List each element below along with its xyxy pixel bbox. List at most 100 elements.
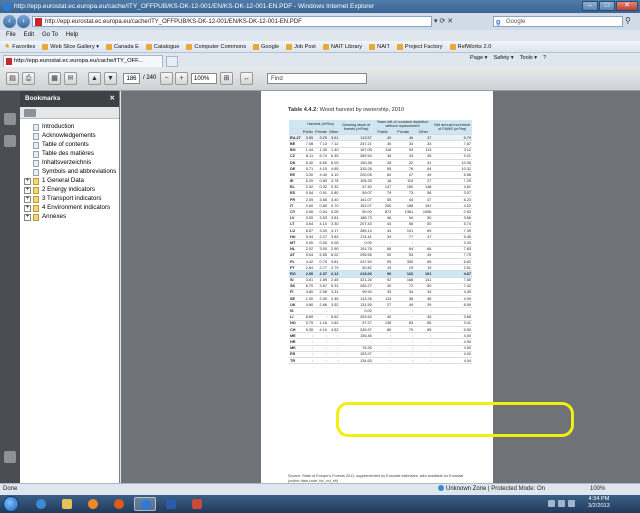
bookmark-item[interactable]: +2 Energy indicators <box>20 186 119 194</box>
safety-menu[interactable]: Safety ▾ <box>493 55 513 61</box>
save-icon[interactable]: ▤ <box>6 72 19 85</box>
minimize-button[interactable]: – <box>582 1 598 11</box>
menu-file[interactable]: File <box>6 30 16 41</box>
bookmark-item[interactable]: Table of contents <box>20 141 119 149</box>
bookmark-label: Symbols and abbreviations <box>42 168 117 175</box>
address-bar[interactable]: http://epp.eurostat.ec.europa.eu/cache/I… <box>32 16 432 27</box>
favorites-bar: ★ Favorites Web Slice Gallery ▾ Canada E … <box>0 41 640 53</box>
bookmarks-list: Introduction Acknowledgements Table of con… <box>20 119 119 221</box>
table-cell: : <box>327 357 340 365</box>
page-icon <box>186 43 193 50</box>
bookmark-item[interactable]: + Annexes <box>20 213 119 221</box>
favorite-link[interactable]: NAIT Library <box>322 41 362 52</box>
browser-tab[interactable]: http://epp.eurostat.ec.europa.eu/cache/I… <box>3 55 163 67</box>
country-code: TR <box>289 357 302 365</box>
expand-icon[interactable]: + <box>24 205 31 212</box>
favorite-link[interactable]: Google <box>253 41 279 52</box>
bookmarks-panel-icon[interactable] <box>4 135 16 147</box>
table-body: EU-27 3.65 3.29 3.61 113.57 40 46 37 5.79 BE 7.08 7… <box>289 134 472 365</box>
bookmark-folder-icon <box>33 205 39 212</box>
menu-go-to[interactable]: Go To <box>42 30 58 41</box>
system-tray-icons <box>548 500 575 507</box>
favorites-button[interactable]: ★ Favorites <box>4 41 35 52</box>
globe-icon <box>438 485 444 492</box>
flag-icon[interactable] <box>568 500 575 507</box>
security-zone[interactable]: Unknown Zone | Protected Mode: On <box>438 484 545 495</box>
bookmark-page-icon <box>33 142 39 149</box>
options-icon[interactable] <box>24 109 36 117</box>
favorite-link[interactable]: NAIT <box>369 41 390 52</box>
next-page-icon[interactable]: ▼ <box>104 72 117 85</box>
start-button[interactable] <box>3 496 19 512</box>
fit-width-icon[interactable]: ↔ <box>240 72 253 85</box>
close-panel-icon[interactable]: ✕ <box>110 91 115 107</box>
bookmark-item[interactable]: +1 General Data <box>20 177 119 185</box>
bookmark-folder-icon <box>33 178 39 185</box>
page-thumbnail-icon[interactable]: ▦ <box>48 72 61 85</box>
taskbar-ie-icon[interactable] <box>30 497 52 511</box>
taskbar-ie-window-icon[interactable] <box>134 497 156 511</box>
new-tab-button[interactable] <box>166 56 178 67</box>
page-number-input[interactable]: 186 <box>123 73 140 84</box>
forward-button[interactable]: › <box>17 15 30 28</box>
bookmark-item[interactable]: Introduction <box>20 123 119 131</box>
page-icon <box>145 43 152 50</box>
bookmark-label: 1 General Data <box>42 177 84 184</box>
bookmark-item[interactable]: Inhaltsverzeichnis <box>20 159 119 167</box>
attachments-icon[interactable] <box>4 451 16 463</box>
wood-harvest-table: Harvest (m³/ha) Growing stock of forests… <box>289 120 472 365</box>
taskbar-word-icon[interactable] <box>160 497 182 511</box>
search-icon[interactable]: ⚲ <box>625 16 631 25</box>
expand-icon[interactable]: + <box>24 196 31 203</box>
close-button[interactable]: ✕ <box>616 1 638 11</box>
header-years-left: Years left of constant depletion without… <box>372 120 433 129</box>
tools-menu[interactable]: Tools ▾ <box>520 55 537 61</box>
bookmark-item[interactable]: Table des matières <box>20 150 119 158</box>
bookmark-item[interactable]: Symbols and abbreviations <box>20 168 119 176</box>
pages-panel-icon[interactable] <box>4 113 16 125</box>
taskbar-paint-icon[interactable] <box>186 497 208 511</box>
favorite-link[interactable]: Canada E <box>106 41 139 52</box>
expand-icon[interactable]: + <box>24 187 31 194</box>
maximize-button[interactable]: □ <box>599 1 615 11</box>
zoom-out-icon[interactable]: − <box>160 72 173 85</box>
table-row: TR:::134.63:::4.04 <box>289 357 472 365</box>
taskbar-media-player-icon[interactable] <box>82 497 104 511</box>
zoom-input[interactable]: 100% <box>191 73 217 84</box>
favorite-link[interactable]: Job Post <box>286 41 316 52</box>
print-icon[interactable]: ⎙ <box>22 72 35 85</box>
favorite-link[interactable]: RefWorks 2.0 <box>449 41 491 52</box>
clock[interactable]: 4:34 PM 3/2/2013 <box>588 496 610 510</box>
bookmark-item[interactable]: Acknowledgements <box>20 132 119 140</box>
find-input[interactable]: Find <box>267 73 367 84</box>
expand-icon[interactable]: + <box>24 214 31 221</box>
favorite-link[interactable]: Computer Commons <box>186 41 246 52</box>
help-menu[interactable]: ? <box>543 55 546 61</box>
window-title: http://epp.eurostat.ec.europa.eu/cache/I… <box>14 3 375 10</box>
favorite-link[interactable]: Project Factory <box>396 41 443 52</box>
volume-icon[interactable] <box>558 500 565 507</box>
menu-edit[interactable]: Edit <box>24 30 34 41</box>
taskbar-firefox-icon[interactable] <box>108 497 130 511</box>
clock-date: 3/2/2013 <box>588 503 610 509</box>
fit-page-icon[interactable]: ⊞ <box>220 72 233 85</box>
page-menu[interactable]: Page ▾ <box>470 55 487 61</box>
menu-help[interactable]: Help <box>66 30 78 41</box>
favorite-link[interactable]: Web Slice Gallery ▾ <box>42 41 99 52</box>
back-button[interactable]: ‹ <box>3 15 16 28</box>
favorite-link[interactable]: Catalogue <box>145 41 179 52</box>
previous-page-icon[interactable]: ▲ <box>88 72 101 85</box>
address-tools[interactable]: ▾ ⟳ ✕ <box>434 17 453 25</box>
expand-icon[interactable]: + <box>24 178 31 185</box>
search-box[interactable]: g Google <box>493 16 623 27</box>
taskbar-explorer-icon[interactable] <box>56 497 78 511</box>
bookmark-label: 3 Transport indicators <box>42 195 102 202</box>
bookmark-item[interactable]: +4 Environment indicators <box>20 204 119 212</box>
bookmark-item[interactable]: +3 Transport indicators <box>20 195 119 203</box>
network-icon[interactable] <box>548 500 555 507</box>
email-icon[interactable]: ✉ <box>64 72 77 85</box>
command-bar: Page ▾ Safety ▾ Tools ▾ ? <box>470 55 546 61</box>
zoom-level[interactable]: 100% <box>590 484 605 495</box>
bookmark-page-icon <box>33 169 39 176</box>
zoom-in-icon[interactable]: + <box>175 72 188 85</box>
